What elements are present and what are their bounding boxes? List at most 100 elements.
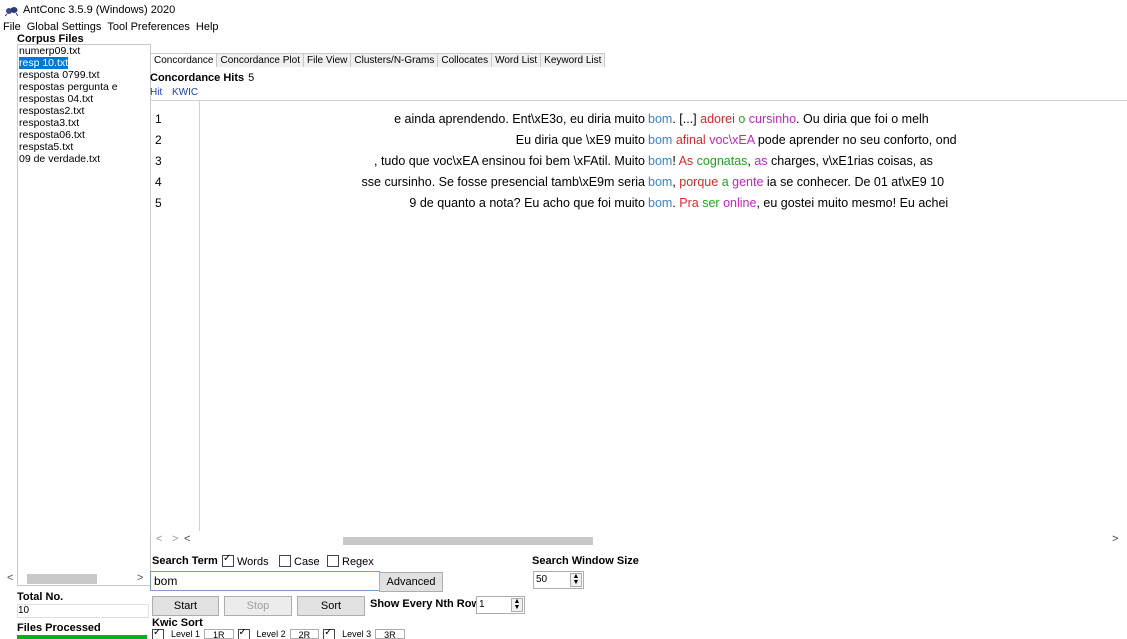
kwic-context-token: adorei bbox=[700, 112, 735, 126]
level3-select[interactable]: 3R bbox=[375, 629, 405, 639]
kwic-context-token: . Ou diria que foi o melh bbox=[796, 112, 929, 126]
stop-button[interactable]: Stop bbox=[224, 596, 292, 616]
corpus-file-item[interactable]: resposta06.txt bbox=[18, 129, 150, 141]
start-button[interactable]: Start bbox=[152, 596, 219, 616]
tab-concordance[interactable]: Concordance bbox=[150, 53, 218, 67]
level2-select[interactable]: 2R bbox=[289, 629, 320, 639]
total-no-label: Total No. bbox=[17, 591, 64, 603]
tab-file-view[interactable]: File View bbox=[302, 53, 352, 67]
kwic-context-token: voc\xEA bbox=[709, 133, 755, 147]
kwic-keyword: bom bbox=[648, 133, 673, 147]
tab-concordance-plot[interactable]: Concordance Plot bbox=[216, 53, 304, 67]
corpus-file-item[interactable]: respostas pergunta e bbox=[18, 81, 150, 93]
nth-row-stepper[interactable]: 1 ▲ ▼ bbox=[476, 596, 525, 614]
spinner-arrows-icon[interactable]: ▲ ▼ bbox=[511, 598, 523, 612]
kwic-right-context: bom afinal voc\xEA pode aprender no seu … bbox=[648, 133, 957, 147]
kwic-left-context: , tudo que voc\xEA ensinou foi bem \xFAt… bbox=[374, 154, 645, 168]
kwic-context-token: porque bbox=[679, 175, 719, 189]
corpus-file-item[interactable]: resposta 0799.txt bbox=[18, 69, 150, 81]
scroll-left-arrow-icon[interactable]: < bbox=[184, 533, 190, 545]
hit-number: 5 bbox=[155, 196, 162, 210]
spinner-arrows-icon[interactable]: ▲ ▼ bbox=[570, 573, 582, 587]
concordance-hits-label: Concordance Hits bbox=[150, 72, 245, 84]
kwic-context-token: Pra bbox=[679, 196, 699, 210]
tab-collocates[interactable]: Collocates bbox=[437, 53, 493, 67]
corpus-file-item-selected[interactable]: resp 10.txt bbox=[18, 57, 150, 69]
kwic-context-token: , eu gostei muito mesmo! Eu achei bbox=[756, 196, 949, 210]
level1-checkbox[interactable] bbox=[152, 629, 164, 639]
corpus-file-list[interactable]: numerp09.txt resp 10.txt resposta 0799.t… bbox=[17, 44, 151, 586]
level2-checkbox[interactable] bbox=[237, 629, 250, 639]
scroll-left-arrow-icon[interactable]: < bbox=[156, 533, 162, 545]
words-checkbox[interactable] bbox=[222, 553, 234, 567]
kwic-right-context: bom, porque a gente ia se conhecer. De 0… bbox=[648, 175, 944, 189]
corpus-file-item[interactable]: 09 de verdade.txt bbox=[18, 153, 150, 165]
kwic-context-token: as bbox=[754, 154, 768, 168]
kwic-context-token: cognatas bbox=[696, 154, 748, 168]
tab-word-list[interactable]: Word List bbox=[491, 53, 542, 67]
sort-button[interactable]: Sort bbox=[297, 596, 365, 616]
kwic-horizontal-scrollbar[interactable]: < > < > bbox=[150, 533, 1127, 547]
show-every-nth-row-label: Show Every Nth Row bbox=[370, 598, 481, 610]
kwic-right-context: bom. [...] adorei o cursinho. Ou diria q… bbox=[648, 112, 929, 126]
corpus-file-item[interactable]: numerp09.txt bbox=[18, 45, 150, 57]
scroll-right-arrow-icon[interactable]: > bbox=[1112, 533, 1118, 545]
scroll-right-arrow-icon[interactable]: > bbox=[137, 572, 143, 584]
case-checkbox[interactable] bbox=[279, 555, 291, 567]
kwic-right-context: bom! As cognatas, as charges, v\xE1rias … bbox=[648, 154, 933, 168]
hit-column-header[interactable]: Hit bbox=[150, 87, 162, 98]
corpus-file-item[interactable]: respsta5.txt bbox=[18, 141, 150, 153]
menu-bar: File Global Settings Tool Preferences He… bbox=[0, 20, 225, 34]
scroll-right-arrow-icon[interactable]: > bbox=[172, 533, 178, 545]
kwic-context-token: ia se conhecer. De 01 at\xE9 10 bbox=[763, 175, 945, 189]
case-option[interactable]: Case bbox=[279, 555, 320, 568]
tab-keyword-list[interactable]: Keyword List bbox=[540, 53, 606, 67]
antconc-app-icon bbox=[4, 5, 19, 16]
window-title: AntConc 3.5.9 (Windows) 2020 bbox=[23, 4, 176, 16]
kwic-sort-label: Kwic Sort bbox=[152, 617, 203, 629]
search-window-size-stepper[interactable]: 50 ▲ ▼ bbox=[533, 571, 584, 589]
kwic-context-token: cursinho bbox=[748, 112, 797, 126]
menu-global-settings[interactable]: Global Settings bbox=[27, 21, 102, 33]
level3-checkbox[interactable] bbox=[323, 629, 336, 639]
corpus-file-item[interactable]: resposta3.txt bbox=[18, 117, 150, 129]
advanced-button[interactable]: Advanced bbox=[379, 572, 443, 592]
corpus-file-item[interactable]: respostas 04.txt bbox=[18, 93, 150, 105]
regex-option[interactable]: Regex bbox=[327, 555, 374, 568]
tab-clusters-ngrams[interactable]: Clusters/N-Grams bbox=[350, 53, 439, 67]
kwic-context-token: gente bbox=[732, 175, 764, 189]
hit-number: 1 bbox=[155, 112, 162, 126]
scrollbar-thumb[interactable] bbox=[27, 574, 97, 584]
kwic-results[interactable]: 1 e ainda aprendendo. Ent\xE3o, eu diria … bbox=[150, 100, 1127, 531]
hit-number: 3 bbox=[155, 154, 162, 168]
kwic-context-token: pode aprender no seu conforto, ond bbox=[754, 133, 957, 147]
scrollbar-thumb[interactable] bbox=[343, 537, 593, 545]
kwic-column-header: Hit KWIC bbox=[150, 87, 198, 98]
kwic-context-token: As bbox=[678, 154, 694, 168]
files-processed-progress-bar bbox=[17, 635, 147, 639]
kwic-column-header-label[interactable]: KWIC bbox=[172, 87, 198, 98]
kwic-sort-levels: Level 11R Level 22R Level 33R bbox=[152, 629, 405, 639]
files-processed-label: Files Processed bbox=[17, 622, 101, 634]
words-option[interactable]: Words bbox=[222, 553, 269, 568]
regex-checkbox[interactable] bbox=[327, 555, 339, 567]
search-term-label: Search Term bbox=[152, 555, 218, 567]
level1-select[interactable]: 1R bbox=[204, 629, 234, 639]
kwic-context-token: ser bbox=[702, 196, 720, 210]
corpus-file-item[interactable]: respostas2.txt bbox=[18, 105, 150, 117]
search-term-input[interactable]: bom bbox=[150, 571, 380, 591]
menu-tool-preferences[interactable]: Tool Preferences bbox=[107, 21, 190, 33]
scroll-left-arrow-icon[interactable]: < bbox=[7, 572, 13, 584]
menu-file[interactable]: File bbox=[3, 21, 21, 33]
title-bar: AntConc 3.5.9 (Windows) 2020 bbox=[0, 0, 1127, 20]
kwic-left-context: e ainda aprendendo. Ent\xE3o, eu diria m… bbox=[394, 112, 645, 126]
tool-tabs: Concordance Concordance Plot File View C… bbox=[150, 53, 606, 67]
hit-number: 2 bbox=[155, 133, 162, 147]
corpus-list-scrollbar[interactable]: < > bbox=[3, 572, 149, 586]
kwic-keyword: bom bbox=[648, 196, 673, 210]
kwic-context-token: charges, v\xE1rias coisas, as bbox=[767, 154, 933, 168]
menu-help[interactable]: Help bbox=[196, 21, 219, 33]
kwic-left-context: sse cursinho. Se fosse presencial tamb\x… bbox=[361, 175, 645, 189]
kwic-keyword: bom bbox=[648, 154, 673, 168]
kwic-left-context: 9 de quanto a nota? Eu acho que foi muit… bbox=[409, 196, 645, 210]
